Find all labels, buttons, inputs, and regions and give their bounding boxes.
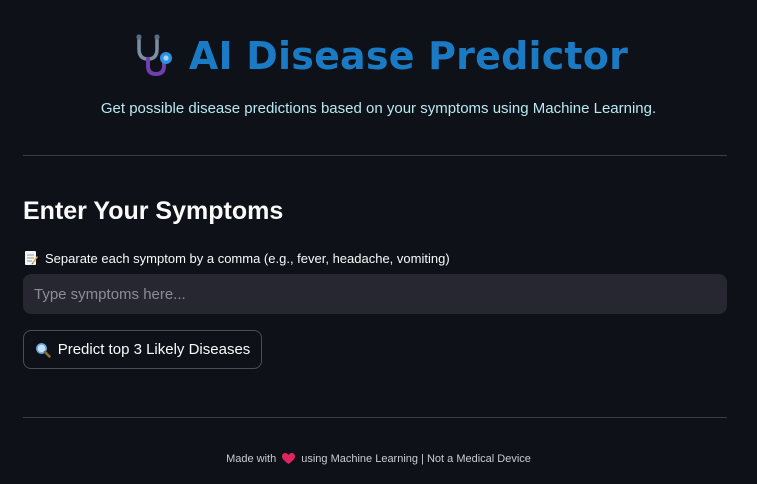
symptoms-heading: Enter Your Symptoms [23, 197, 284, 225]
symptoms-input-label-text: Separate each symptom by a comma (e.g., … [45, 250, 450, 266]
symptoms-input-label: Separate each symptom by a comma (e.g., … [24, 250, 450, 266]
footer-divider [23, 417, 727, 418]
memo-icon [24, 250, 38, 266]
predict-button[interactable]: Predict top 3 Likely Diseases [23, 330, 262, 369]
page-header: AI Disease Predictor [0, 28, 757, 84]
header-divider [23, 155, 727, 156]
page-title: AI Disease Predictor [188, 34, 629, 78]
page-subtitle: Get possible disease predictions based o… [100, 100, 657, 117]
heart-icon [282, 453, 296, 465]
predict-button-label: Predict top 3 Likely Diseases [57, 341, 251, 358]
footer-prefix: Made with [226, 453, 277, 465]
symptoms-input[interactable] [23, 274, 727, 314]
magnifier-icon [35, 342, 51, 358]
stethoscope-icon [129, 33, 175, 79]
app-root: AI Disease Predictor Get possible diseas… [0, 0, 757, 484]
footer-suffix: using Machine Learning | Not a Medical D… [301, 453, 531, 465]
footer: Made with using Machine Learning | Not a… [0, 453, 757, 465]
